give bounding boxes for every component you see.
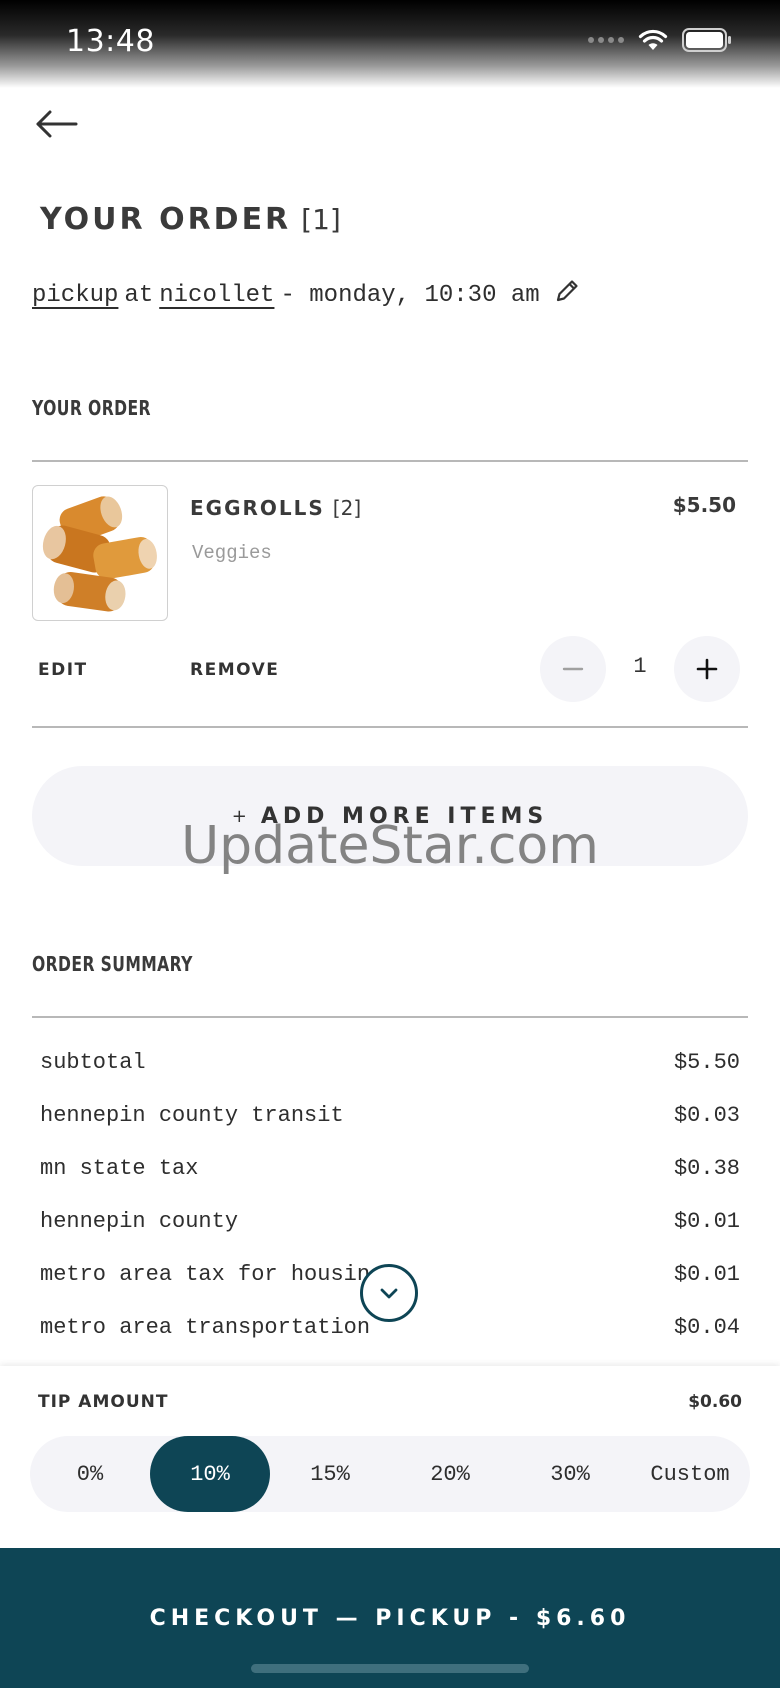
pickup-mode-link[interactable]: pickup (32, 282, 118, 309)
summary-row-value: $0.04 (673, 1315, 740, 1340)
wifi-icon (638, 28, 668, 52)
increase-quantity-button[interactable] (674, 636, 740, 702)
signal-icon (588, 37, 624, 43)
summary-row: subtotal $5.50 (40, 1050, 740, 1075)
pickup-at-text: at (124, 281, 154, 309)
summary-row-label: metro area tax for housing (40, 1262, 384, 1287)
page-title: YOUR ORDER [1] (40, 202, 341, 237)
summary-row-label: metro area transportation (40, 1315, 371, 1340)
item-name: EGGROLLS [2] (190, 496, 361, 520)
tip-option-15[interactable]: 15% (270, 1436, 390, 1512)
summary-row-label: subtotal (40, 1050, 146, 1075)
summary-row-value: $0.38 (673, 1156, 740, 1181)
tip-option-10[interactable]: 10% (150, 1436, 270, 1512)
pickup-time-text: - monday, 10:30 am (280, 281, 540, 309)
tip-option-custom[interactable]: Custom (630, 1436, 750, 1512)
remove-item-button[interactable]: REMOVE (190, 660, 279, 680)
quantity-value: 1 (633, 654, 647, 679)
pencil-icon[interactable] (554, 278, 580, 312)
item-price: $5.50 (672, 493, 736, 517)
tip-amount-value: $0.60 (688, 1392, 742, 1412)
summary-row-label: hennepin county transit (40, 1103, 344, 1128)
pickup-location-link[interactable]: nicollet (159, 282, 274, 309)
your-order-section-label: YOUR ORDER (32, 396, 151, 420)
divider (32, 726, 748, 728)
summary-row: hennepin county $0.01 (40, 1209, 740, 1234)
battery-icon (682, 28, 732, 52)
page-title-text: YOUR ORDER (40, 202, 292, 237)
summary-row-label: hennepin county (40, 1209, 239, 1234)
summary-row: mn state tax $0.38 (40, 1156, 740, 1181)
expand-summary-button[interactable] (360, 1264, 418, 1322)
pickup-info: pickup at nicollet - monday, 10:30 am (32, 278, 580, 312)
add-more-items-label: ADD MORE ITEMS (260, 803, 549, 829)
summary-row-value: $0.03 (673, 1103, 740, 1128)
edit-item-button[interactable]: EDIT (38, 660, 88, 680)
order-summary-section-label: ORDER SUMMARY (32, 952, 193, 976)
plus-icon: + (231, 805, 247, 827)
checkout-button[interactable]: CHECKOUT — PICKUP - $6.60 (0, 1548, 780, 1688)
home-indicator (251, 1664, 529, 1673)
back-button[interactable] (34, 104, 82, 144)
tip-option-0[interactable]: 0% (30, 1436, 150, 1512)
divider (32, 460, 748, 462)
chevron-down-icon (380, 1288, 398, 1299)
summary-row-value: $0.01 (673, 1262, 740, 1287)
item-subtitle: Veggies (192, 542, 272, 564)
item-image (32, 485, 168, 621)
summary-row-value: $5.50 (673, 1050, 740, 1075)
order-count: [1] (301, 203, 341, 236)
plus-icon (696, 658, 718, 680)
status-icons (588, 28, 732, 52)
tip-options: 0% 10% 15% 20% 30% Custom (30, 1436, 750, 1512)
status-bar: 13:48 (0, 0, 780, 88)
add-more-items-button[interactable]: + ADD MORE ITEMS (32, 766, 748, 866)
divider (32, 1016, 748, 1018)
summary-row-value: $0.01 (673, 1209, 740, 1234)
status-time: 13:48 (66, 24, 155, 59)
checkout-label: CHECKOUT — PICKUP - $6.60 (149, 1606, 631, 1631)
decrease-quantity-button[interactable] (540, 636, 606, 702)
back-arrow-icon (36, 110, 78, 138)
item-count: [2] (332, 496, 362, 520)
tip-option-30[interactable]: 30% (510, 1436, 630, 1512)
item-name-text: EGGROLLS (190, 496, 325, 520)
tip-panel: TIP AMOUNT $0.60 0% 10% 15% 20% 30% Cust… (0, 1366, 780, 1548)
summary-row-label: mn state tax (40, 1156, 199, 1181)
minus-icon (562, 667, 584, 671)
tip-amount-label: TIP AMOUNT (38, 1392, 169, 1412)
summary-row: hennepin county transit $0.03 (40, 1103, 740, 1128)
tip-option-20[interactable]: 20% (390, 1436, 510, 1512)
